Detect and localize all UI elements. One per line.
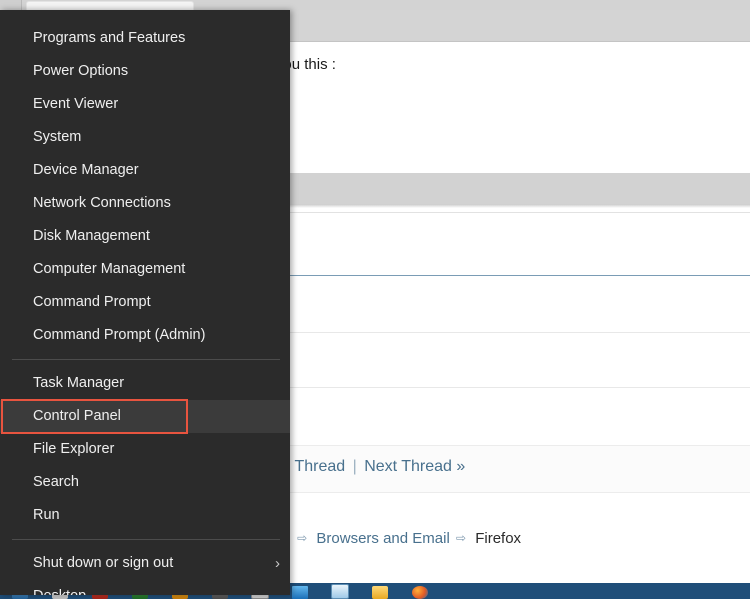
menu-item-programs-and-features[interactable]: Programs and Features bbox=[0, 22, 290, 55]
menu-separator bbox=[12, 539, 280, 540]
menu-item-command-prompt[interactable]: Command Prompt bbox=[0, 286, 290, 319]
menu-groups: Programs and Features Power Options Event … bbox=[0, 22, 290, 595]
menu-item-label: Run bbox=[33, 507, 60, 523]
menu-item-label: Search bbox=[33, 474, 79, 490]
menu-item-event-viewer[interactable]: Event Viewer bbox=[0, 88, 290, 121]
menu-item-run[interactable]: Run bbox=[0, 499, 290, 532]
menu-item-power-options[interactable]: Power Options bbox=[0, 55, 290, 88]
next-thread-link[interactable]: Next Thread bbox=[364, 458, 452, 475]
taskbar-file-explorer-icon[interactable] bbox=[360, 585, 400, 599]
menu-item-label: Disk Management bbox=[33, 228, 150, 244]
menu-item-label: System bbox=[33, 129, 82, 145]
menu-item-label: Shut down or sign out bbox=[33, 555, 174, 571]
menu-top-padding bbox=[0, 10, 290, 22]
menu-item-computer-management[interactable]: Computer Management bbox=[0, 253, 290, 286]
menu-item-command-prompt-admin[interactable]: Command Prompt (Admin) bbox=[0, 319, 290, 352]
breadcrumb-current-item: Firefox bbox=[475, 530, 522, 547]
menu-separator bbox=[12, 359, 280, 360]
menu-item-device-manager[interactable]: Device Manager bbox=[0, 154, 290, 187]
menu-item-label: Device Manager bbox=[33, 162, 139, 178]
menu-item-label: Command Prompt (Admin) bbox=[33, 327, 206, 343]
menu-item-label: Programs and Features bbox=[33, 30, 186, 46]
breadcrumb-arrow-icon-1: ⇨ bbox=[297, 531, 308, 545]
menu-item-system[interactable]: System bbox=[0, 121, 290, 154]
menu-item-file-explorer[interactable]: File Explorer bbox=[0, 433, 290, 466]
menu-item-label: Event Viewer bbox=[33, 96, 119, 112]
menu-item-label: Control Panel bbox=[33, 408, 121, 424]
file-explorer-icon bbox=[372, 586, 388, 599]
menu-item-task-manager[interactable]: Task Manager bbox=[0, 367, 290, 400]
menu-item-network-connections[interactable]: Network Connections bbox=[0, 187, 290, 220]
taskbar-microsoft-store-icon[interactable] bbox=[320, 584, 360, 599]
task-view-icon bbox=[292, 586, 308, 599]
firefox-icon bbox=[412, 586, 428, 599]
menu-item-search[interactable]: Search bbox=[0, 466, 290, 499]
menu-item-disk-management[interactable]: Disk Management bbox=[0, 220, 290, 253]
menu-item-label: Network Connections bbox=[33, 195, 171, 211]
winx-power-user-menu[interactable]: Programs and Features Power Options Event … bbox=[0, 10, 290, 595]
breadcrumb-arrow-icon-2: ⇨ bbox=[455, 531, 467, 545]
next-thread-chevron-icon: » bbox=[456, 458, 466, 475]
chevron-right-icon: › bbox=[275, 555, 280, 572]
menu-item-label: Task Manager bbox=[33, 375, 125, 391]
menu-item-label: Power Options bbox=[33, 63, 129, 79]
breadcrumb-category-link[interactable]: Browsers and Email bbox=[316, 530, 449, 547]
menu-item-desktop[interactable]: Desktop bbox=[0, 580, 290, 595]
browser-chrome-strip bbox=[0, 0, 750, 10]
menu-item-label: Desktop bbox=[33, 588, 86, 595]
menu-item-control-panel[interactable]: Control Panel bbox=[0, 400, 290, 433]
browser-tab[interactable] bbox=[26, 1, 194, 10]
menu-item-label: Command Prompt bbox=[33, 294, 151, 310]
taskbar-firefox-icon[interactable] bbox=[400, 585, 440, 599]
menu-item-label: File Explorer bbox=[33, 441, 115, 457]
microsoft-store-icon bbox=[331, 584, 349, 599]
menu-item-label: Computer Management bbox=[33, 261, 186, 277]
thread-nav-separator: | bbox=[352, 458, 357, 475]
menu-item-shut-down-or-sign-out[interactable]: Shut down or sign out › bbox=[0, 547, 290, 580]
browser-sidebar-sliver bbox=[0, 0, 22, 10]
